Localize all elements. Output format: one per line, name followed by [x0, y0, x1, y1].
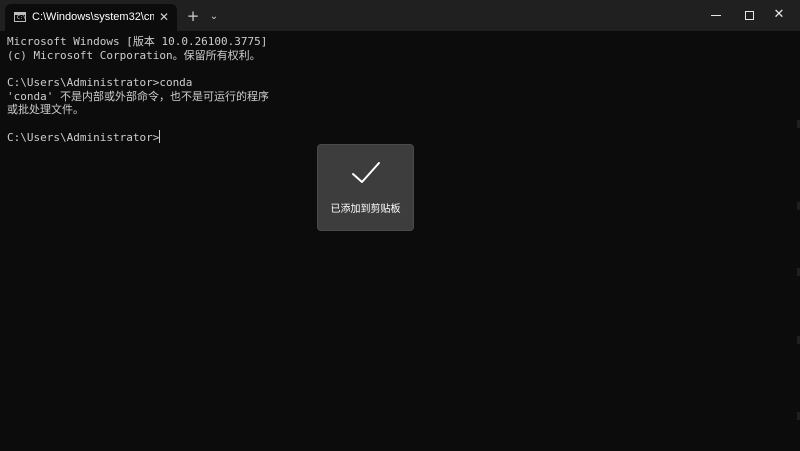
cmd-terminal-icon: C:\ [14, 12, 26, 22]
terminal-prompt: C:\Users\Administrator> [7, 131, 160, 144]
close-icon: ✕ [773, 7, 785, 22]
tab-icon-prompt: C:\ [17, 15, 27, 21]
terminal-line: (c) Microsoft Corporation。保留所有权利。 [7, 49, 261, 62]
title-bar[interactable]: C:\ C:\Windows\system32\cmd.ex ✕ + ⌄ ✕ [0, 0, 800, 31]
tab-cmd[interactable]: C:\ C:\Windows\system32\cmd.ex ✕ [5, 4, 177, 31]
checkmark-icon [352, 162, 380, 183]
terminal-line: Microsoft Windows [版本 10.0.26100.3775] [7, 35, 268, 48]
terminal-output[interactable]: Microsoft Windows [版本 10.0.26100.3775] (… [0, 31, 800, 451]
text-cursor [159, 130, 161, 143]
tab-dropdown-button[interactable]: ⌄ [205, 7, 223, 27]
terminal-window: C:\ C:\Windows\system32\cmd.ex ✕ + ⌄ ✕ M… [0, 0, 800, 451]
tab-title: C:\Windows\system32\cmd.ex [32, 11, 154, 23]
tab-close-icon[interactable]: ✕ [157, 9, 171, 25]
minimize-icon [711, 15, 721, 16]
maximize-icon [745, 11, 754, 20]
terminal-line: 或批处理文件。 [7, 103, 84, 116]
terminal-line: C:\Users\Administrator>conda [7, 76, 193, 89]
toast-message: 已添加到剪贴板 [330, 204, 401, 215]
clipboard-toast: 已添加到剪贴板 [317, 144, 414, 231]
terminal-prompt-line[interactable]: C:\Users\Administrator> [7, 130, 161, 145]
close-button[interactable]: ✕ [757, 0, 800, 31]
terminal-line: 'conda' 不是内部或外部命令，也不是可运行的程序 [7, 90, 269, 103]
new-tab-button[interactable]: + [183, 7, 203, 27]
